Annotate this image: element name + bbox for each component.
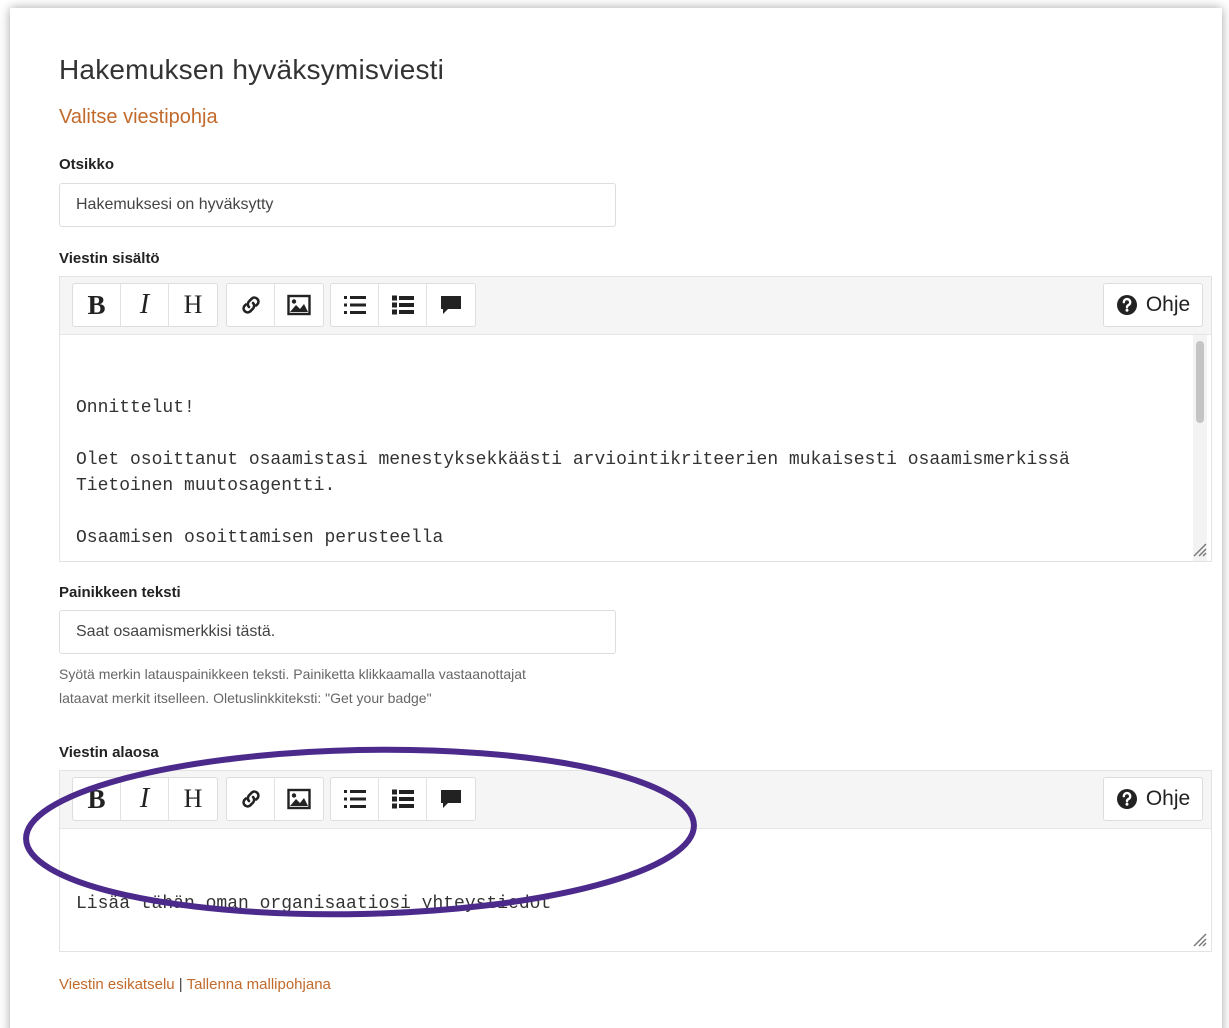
bold-icon: B [87,783,106,814]
footer-list-group [330,777,476,821]
question-circle-icon [1116,789,1137,809]
hint-line-2: lataavat merkit itselleen. Oletuslinkkit… [59,690,432,706]
hint-line-1: Syötä merkin latauspainikkeen teksti. Pa… [59,666,526,682]
unordered-list-icon [391,789,414,809]
comment-button[interactable] [427,778,475,820]
page-title: Hakemuksen hyväksymisviesti [59,54,445,85]
heading-button[interactable]: H [169,778,217,820]
unordered-list-icon [391,295,414,315]
link-button[interactable] [227,778,275,820]
italic-icon: I [139,783,150,814]
content-text: Onnittelut! Olet osoittanut osaamistasi … [76,398,1070,548]
ordered-list-button[interactable] [331,778,379,820]
comment-button[interactable] [427,284,475,326]
image-icon [287,788,311,810]
content-label: Viestin sisältö [59,250,160,267]
content-toolbar: B I H Ohje [60,277,1211,335]
italic-button[interactable]: I [121,778,169,820]
resize-grip-icon[interactable] [1190,930,1208,948]
content-editor: B I H Ohje Onnittelut! Olet osoittanut o… [59,276,1212,562]
footer-label: Viestin alaosa [59,744,159,761]
unordered-list-button[interactable] [379,284,427,326]
heading-icon: H [183,784,203,813]
link-icon [241,790,260,808]
bold-button[interactable]: B [73,284,121,326]
link-icon [241,296,260,314]
choose-template-link[interactable]: Valitse viestipohja [59,106,218,129]
list-group [330,283,476,327]
content-help-button[interactable]: Ohje [1103,283,1203,327]
heading-icon: H [183,290,203,319]
italic-icon: I [139,289,150,320]
link-separator: | [178,976,183,993]
subject-input[interactable] [59,183,616,227]
save-template-link[interactable]: Tallenna mallipohjana [187,976,331,993]
footer-help-button[interactable]: Ohje [1103,777,1203,821]
question-circle-icon [1116,295,1137,315]
link-button[interactable] [227,284,275,326]
preview-link[interactable]: Viestin esikatselu [59,976,175,993]
footer-toolbar: B I H Ohje [60,771,1211,829]
ordered-list-button[interactable] [331,284,379,326]
image-button[interactable] [275,284,323,326]
footer-insert-group [226,777,324,821]
button-text-input[interactable] [59,610,616,654]
scroll-thumb[interactable] [1196,341,1204,423]
bold-icon: B [87,289,106,320]
footer-editor: B I H Ohje Lisää tähän oman organisaatio… [59,770,1212,952]
comment-icon [441,296,461,314]
format-group: B I H [72,283,218,327]
help-label: Ohje [1145,787,1191,810]
footer-text: Lisää tähän oman organisaatiosi yhteysti… [76,894,552,914]
ordered-list-icon [343,296,366,314]
unordered-list-button[interactable] [379,778,427,820]
bold-button[interactable]: B [73,778,121,820]
button-text-hint: Syötä merkin latauspainikkeen teksti. Pa… [59,662,619,710]
help-label: Ohje [1145,293,1191,316]
content-scrollbar[interactable] [1193,335,1207,561]
comment-icon [441,790,461,808]
italic-button[interactable]: I [121,284,169,326]
heading-button[interactable]: H [169,284,217,326]
resize-grip-icon[interactable] [1190,540,1208,558]
button-text-label: Painikkeen teksti [59,584,181,601]
footer-links: Viestin esikatselu | Tallenna mallipohja… [59,976,331,993]
footer-format-group: B I H [72,777,218,821]
ordered-list-icon [343,790,366,808]
content-textarea[interactable]: Onnittelut! Olet osoittanut osaamistasi … [60,335,1211,561]
image-icon [287,294,311,316]
insert-group [226,283,324,327]
image-button[interactable] [275,778,323,820]
subject-label: Otsikko [59,156,115,173]
footer-textarea[interactable]: Lisää tähän oman organisaatiosi yhteysti… [60,829,1211,951]
